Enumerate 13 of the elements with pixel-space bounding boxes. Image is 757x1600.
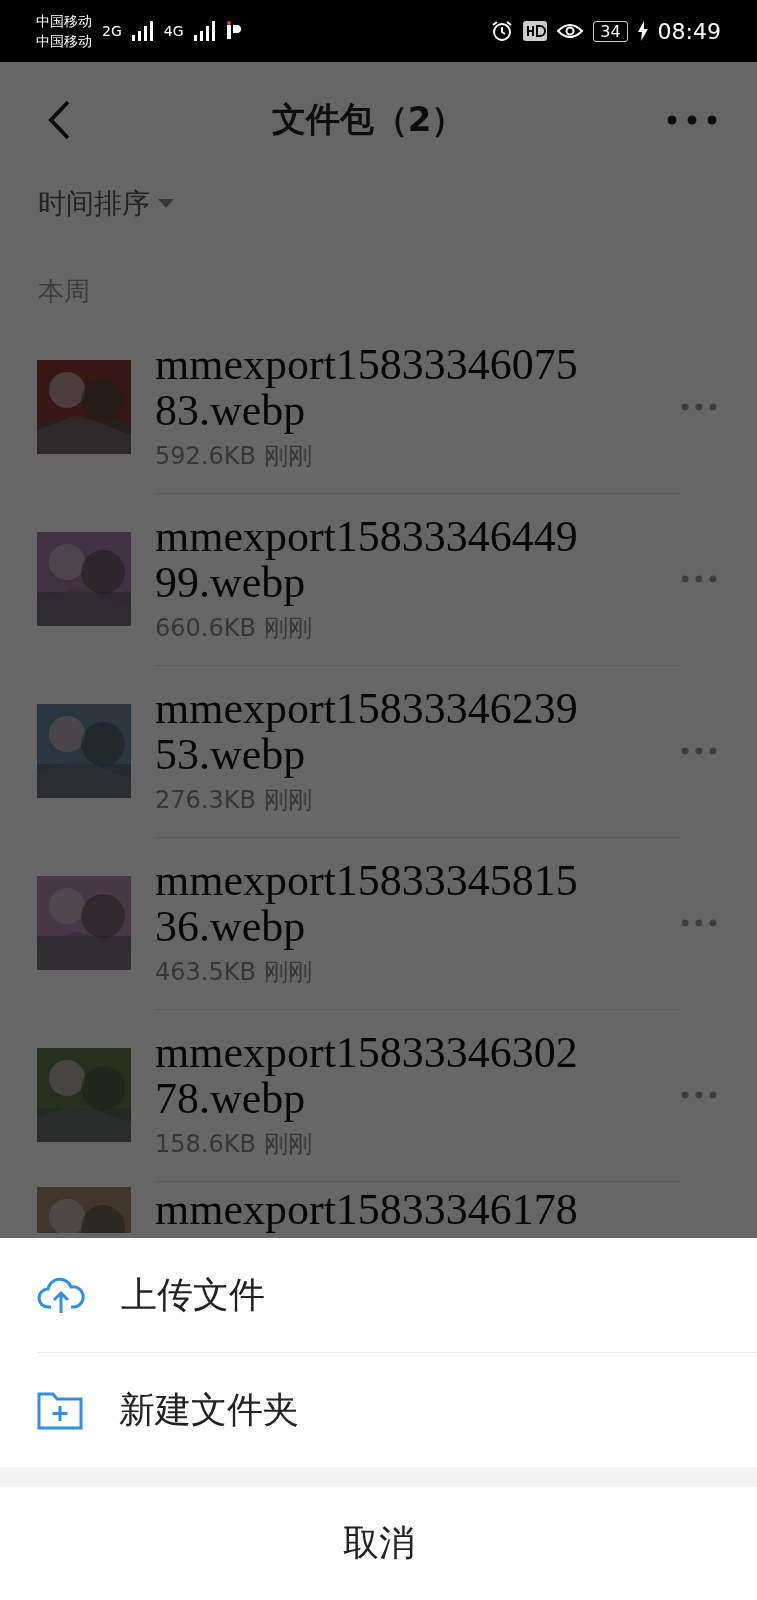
file-name: mmexport1583334581536.webp [155, 857, 579, 950]
file-name: mmexport1583334607583.webp [155, 341, 579, 434]
carrier-name: 中国移动 [36, 32, 92, 51]
file-name: mmexport1583334623953.webp [155, 685, 579, 778]
clock-time: 08:49 [657, 18, 721, 44]
network-label: 4G [163, 23, 184, 39]
file-name: mmexport15833346178 [155, 1187, 579, 1233]
page-title: 文件包（2） [271, 97, 466, 141]
battery-level: 34 [593, 20, 628, 42]
file-name: mmexport1583334630278.webp [155, 1029, 579, 1122]
file-name: mmexport1583334644999.webp [155, 513, 579, 606]
network-label: 2G [102, 23, 122, 39]
carrier-name: 中国移动 [36, 12, 92, 31]
